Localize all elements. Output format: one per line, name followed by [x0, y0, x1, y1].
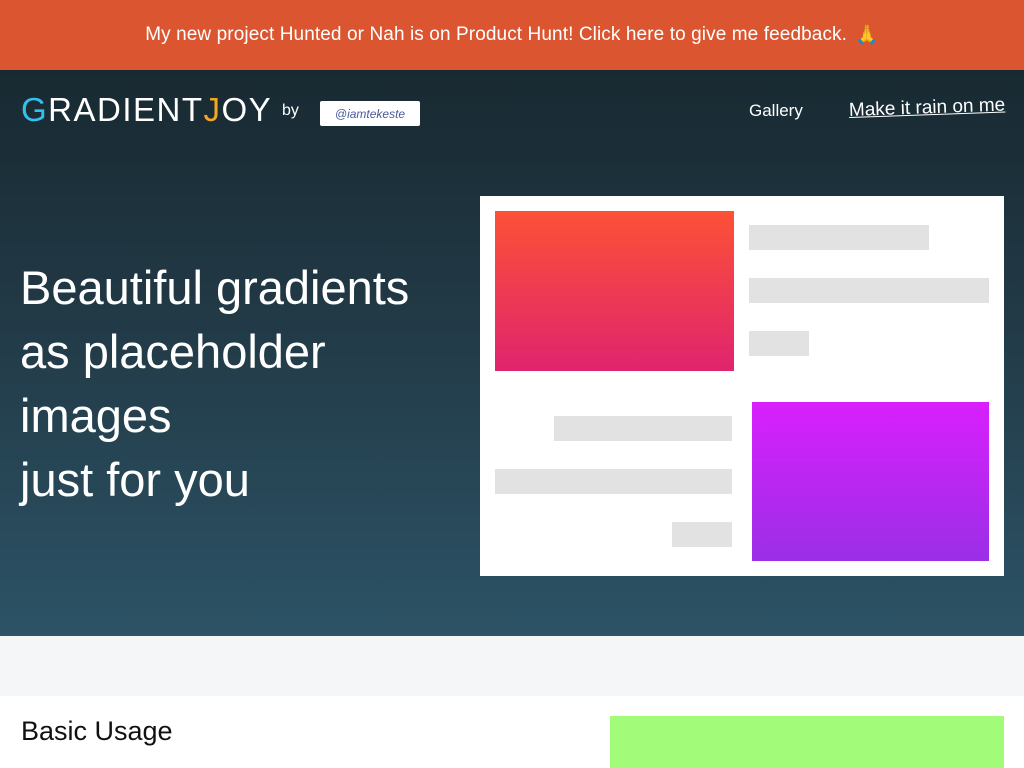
headline-line: images	[20, 389, 172, 442]
placeholder-text-bar	[672, 522, 732, 547]
logo-letter-j: J	[203, 91, 222, 128]
preview-card	[480, 196, 1004, 576]
promo-banner-text: My new project Hunted or Nah is on Produ…	[145, 24, 848, 45]
section-title: Basic Usage	[21, 716, 173, 746]
promo-banner[interactable]: My new project Hunted or Nah is on Produ…	[0, 0, 1024, 70]
nav-make-it-rain-link[interactable]: Make it rain on me	[849, 95, 1006, 122]
nav-gallery-link[interactable]: Gallery	[749, 101, 803, 121]
basic-usage-section: Basic Usage	[0, 696, 1024, 768]
headline-line: Beautiful gradients	[20, 261, 410, 314]
placeholder-text-bar	[749, 225, 929, 250]
headline-line: as placeholder	[20, 325, 326, 378]
gradient-placeholder-image	[752, 402, 989, 561]
placeholder-text-bar	[749, 331, 809, 356]
hero-section: GRADIENTJOY by @iamtekeste Gallery Make …	[0, 70, 1024, 636]
gradient-placeholder-image	[495, 211, 734, 371]
author-handle-badge[interactable]: @iamtekeste	[320, 101, 420, 126]
logo-text-radient: RADIENT	[48, 91, 204, 128]
placeholder-text-bar	[554, 416, 732, 441]
by-label: by	[282, 102, 299, 119]
pray-emoji-icon: 🙏	[855, 25, 879, 46]
logo[interactable]: GRADIENTJOY	[21, 92, 272, 128]
logo-letter-g: G	[21, 91, 49, 128]
placeholder-text-bar	[749, 278, 989, 303]
placeholder-text-bar	[495, 469, 732, 494]
logo-text-oy: OY	[221, 91, 273, 128]
hero-headline: Beautiful gradients as placeholder image…	[20, 256, 460, 512]
headline-line: just for you	[20, 453, 250, 506]
gradient-sample-image	[610, 716, 1004, 768]
